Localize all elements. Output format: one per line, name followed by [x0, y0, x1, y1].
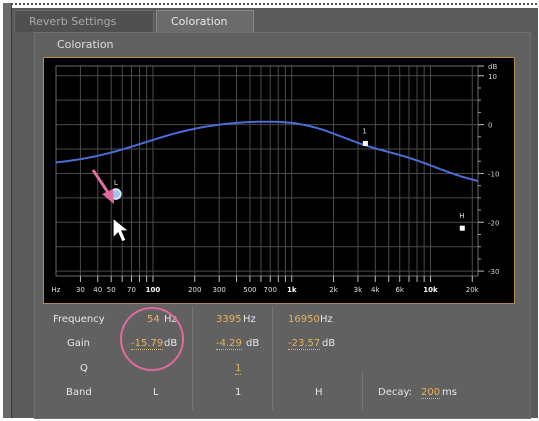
mid-frequency-unit: Hz — [243, 314, 256, 325]
x-tick-label: 10k — [423, 286, 438, 294]
annotation-circle — [120, 307, 184, 371]
x-tick-label: 4k — [371, 286, 380, 294]
x-tick-label: 20k — [466, 286, 480, 294]
mid-q-value[interactable]: 1 — [235, 363, 242, 375]
y-tick-label: -10 — [488, 170, 499, 178]
y-tick-label: -30 — [488, 268, 499, 276]
panel-title: Coloration — [57, 38, 114, 51]
tab-coloration[interactable]: Coloration — [156, 10, 254, 32]
x-tick-label: 40 — [93, 286, 102, 294]
decay-unit: ms — [442, 387, 457, 398]
low-band-name: L — [153, 387, 159, 398]
eq-graph[interactable]: dB 10 0 -10 -20 -30 Hz 30 40 50 70 100 200 300 500 700… — [43, 57, 515, 304]
x-tick-label: Hz — [52, 286, 61, 294]
x-tick-label: 6k — [395, 286, 404, 294]
decay-label: Decay: — [378, 387, 413, 398]
x-tick-label: 1k — [287, 286, 297, 294]
y-tick-label: dB — [488, 63, 497, 71]
x-tick-label: 70 — [127, 286, 136, 294]
high-frequency-value[interactable]: 16950 — [288, 314, 320, 325]
column-separator — [272, 306, 273, 410]
q-label: Q — [80, 363, 88, 374]
x-tick-label: 300 — [212, 286, 225, 294]
mid-gain-value[interactable]: -4.29 — [216, 338, 242, 350]
x-tick-label: 3k — [354, 286, 363, 294]
high-band-name: H — [315, 387, 323, 398]
tab-reverb-settings[interactable]: Reverb Settings — [14, 10, 154, 32]
frequency-label: Frequency — [53, 314, 105, 325]
band-handle-label: 1 — [362, 127, 366, 135]
x-tick-label: 50 — [107, 286, 116, 294]
x-tick-label: 700 — [264, 286, 277, 294]
mid-frequency-value[interactable]: 3395 — [216, 314, 241, 325]
band-label: Band — [66, 387, 92, 398]
eq-graph-svg[interactable]: dB100-10-20-30 Hz 30 40 50 70 100 200 300 500 700… — [44, 58, 514, 303]
x-tick-label: 30 — [76, 286, 85, 294]
high-gain-unit: dB — [322, 338, 336, 349]
x-tick-label: 2k — [329, 286, 338, 294]
high-frequency-unit: Hz — [320, 314, 333, 325]
mid-gain-unit: dB — [246, 338, 260, 349]
band-handle-label: L — [114, 179, 118, 187]
high-gain-value[interactable]: -23.57 — [288, 338, 321, 350]
window-top-edge — [11, 3, 537, 5]
x-tick-label: 100 — [146, 286, 161, 294]
x-tick-label: 500 — [243, 286, 256, 294]
gain-label: Gain — [67, 338, 90, 349]
y-tick-label: 10 — [488, 73, 497, 81]
x-tick-label: 200 — [188, 286, 201, 294]
column-separator — [362, 372, 363, 410]
decay-value[interactable]: 200 — [421, 387, 441, 399]
band-handle-h[interactable] — [459, 225, 465, 231]
mid-band-name: 1 — [235, 387, 242, 398]
y-tick-label: -20 — [488, 219, 499, 227]
band-handle-label: H — [459, 212, 464, 220]
column-separator — [192, 306, 193, 410]
y-tick-label: 0 — [488, 122, 492, 130]
band-handle-1[interactable] — [362, 140, 368, 146]
